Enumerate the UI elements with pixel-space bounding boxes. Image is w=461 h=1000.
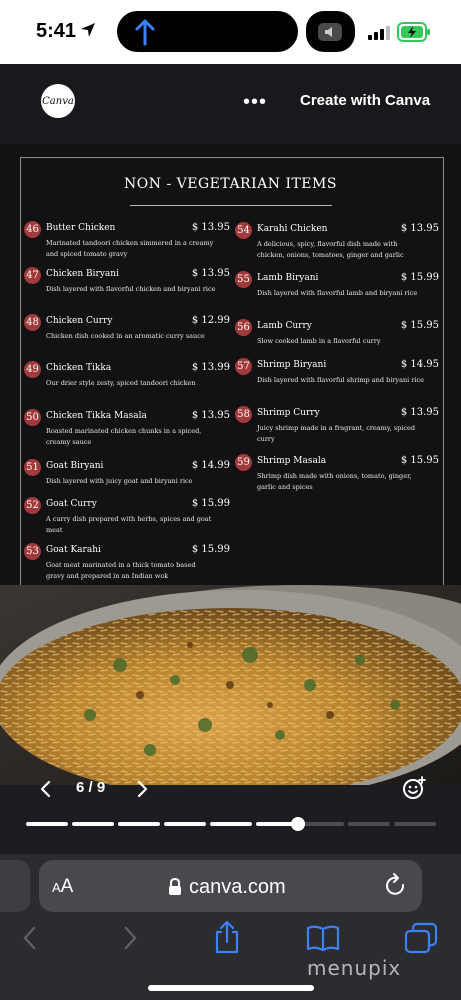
progress-segment[interactable] (72, 822, 114, 826)
item-price: $ 13.95 (191, 410, 230, 421)
item-number-badge: 59 (235, 454, 252, 471)
item-name: Shrimp Curry (257, 408, 320, 418)
lock-icon (169, 878, 181, 895)
item-name: Shrimp Masala (257, 456, 327, 466)
item-price: $ 13.95 (191, 268, 230, 279)
progress-segment[interactable] (394, 822, 436, 826)
tabs-icon[interactable] (404, 922, 438, 954)
reload-icon[interactable] (384, 873, 408, 899)
item-price: $ 15.99 (191, 544, 230, 555)
progress-knob[interactable] (291, 817, 305, 831)
item-description: Dish layered with flavorful shrimp and b… (257, 376, 424, 384)
item-description: Shrimp dish made with onions, tomato, gi… (257, 472, 412, 491)
chevron-right-icon[interactable] (130, 779, 154, 799)
item-name: Chicken Tikka (46, 363, 112, 373)
menupix-watermark: menupix (307, 956, 402, 980)
item-price: $ 12.99 (191, 315, 230, 326)
item-name: Karahi Chicken (257, 224, 328, 234)
upload-arrow-icon (135, 19, 155, 46)
item-number-badge: 58 (235, 406, 252, 423)
item-description: A delicious, spicy, flavorful dish made … (257, 240, 404, 259)
biryani-image (0, 585, 461, 785)
item-price: $ 15.95 (400, 320, 439, 331)
previous-tab-peek[interactable] (0, 860, 30, 912)
progress-segment[interactable] (302, 822, 344, 826)
item-number-badge: 47 (24, 267, 41, 284)
item-price: $ 13.99 (191, 362, 230, 373)
progress-segment[interactable] (348, 822, 390, 826)
progress-segment[interactable] (210, 822, 252, 826)
mute-icon (318, 23, 342, 41)
item-description: Marinated tandoori chicken simmered in a… (46, 239, 214, 258)
item-name: Butter Chicken (46, 223, 116, 233)
item-number-badge: 52 (24, 497, 41, 514)
item-price: $ 14.95 (400, 359, 439, 370)
add-reaction-icon[interactable] (402, 776, 426, 800)
item-price: $ 13.95 (400, 407, 439, 418)
url-text[interactable]: canva.com (189, 876, 286, 899)
item-number-badge: 55 (235, 271, 252, 288)
item-number-badge: 50 (24, 409, 41, 426)
forward-icon[interactable] (120, 925, 140, 951)
menu-title: NON - VEGETARIAN ITEMS (124, 176, 337, 192)
item-price: $ 15.99 (400, 272, 439, 283)
battery-charging-icon (397, 22, 430, 42)
more-dots-icon[interactable]: ••• (243, 92, 267, 112)
share-icon[interactable] (213, 920, 241, 954)
reader-aa-button[interactable]: AA (52, 876, 73, 898)
item-number-badge: 49 (24, 361, 41, 378)
progress-segment[interactable] (26, 822, 68, 826)
location-arrow-icon (81, 23, 95, 37)
progress-segment[interactable] (118, 822, 160, 826)
item-description: Dish layered with flavorful lamb and bir… (257, 289, 418, 297)
item-name: Chicken Curry (46, 316, 113, 326)
item-description: Dish layered with juicy goat and biryani… (46, 477, 193, 485)
status-time: 5:41 (36, 20, 77, 42)
item-name: Chicken Biryani (46, 269, 119, 279)
item-name: Goat Curry (46, 499, 97, 509)
item-price: $ 14.99 (191, 460, 230, 471)
item-description: Roasted marinated chicken chunks in a sp… (46, 427, 202, 446)
item-name: Chicken Tikka Masala (46, 411, 147, 421)
item-description: Our drier style zesty, spiced tandoori c… (46, 379, 196, 387)
item-number-badge: 56 (235, 319, 252, 336)
item-description: Dish layered with flavorful chicken and … (46, 285, 216, 293)
item-name: Goat Biryani (46, 461, 104, 471)
item-description: Slow cooked lamb in a flavorful curry (257, 337, 381, 345)
item-name: Lamb Biryani (257, 273, 319, 283)
item-price: $ 13.95 (400, 223, 439, 234)
progress-segment[interactable] (164, 822, 206, 826)
item-price: $ 15.95 (400, 455, 439, 466)
home-indicator[interactable] (148, 985, 314, 991)
status-bar: 5:41 (0, 0, 461, 64)
item-name: Shrimp Biryani (257, 360, 327, 370)
page-indicator: 6 / 9 (76, 779, 106, 796)
create-with-canva-button[interactable]: Create with Canva (300, 92, 430, 109)
item-description: A curry dish prepared with herbs, spices… (46, 515, 212, 534)
title-divider (130, 205, 332, 206)
item-number-badge: 57 (235, 358, 252, 375)
item-number-badge: 51 (24, 459, 41, 476)
item-number-badge: 53 (24, 543, 41, 560)
item-description: Chicken dish cooked in an aromatic curry… (46, 332, 205, 340)
item-description: Juicy shrimp made in a fragrant, creamy,… (257, 424, 415, 443)
signal-icon (368, 26, 390, 40)
biryani-photo (0, 585, 461, 785)
page-progress-bar[interactable] (26, 817, 436, 831)
item-number-badge: 46 (24, 221, 41, 238)
item-price: $ 15.99 (191, 498, 230, 509)
item-name: Goat Karahi (46, 545, 101, 555)
canva-logo[interactable]: Canva (41, 84, 75, 118)
item-number-badge: 48 (24, 314, 41, 331)
back-icon[interactable] (20, 925, 40, 951)
item-price: $ 13.95 (191, 222, 230, 233)
item-number-badge: 54 (235, 222, 252, 239)
item-name: Lamb Curry (257, 321, 312, 331)
item-description: Goat meat marinated in a thick tomato ba… (46, 561, 196, 580)
bookmarks-icon[interactable] (306, 924, 340, 952)
chevron-left-icon[interactable] (34, 779, 58, 799)
